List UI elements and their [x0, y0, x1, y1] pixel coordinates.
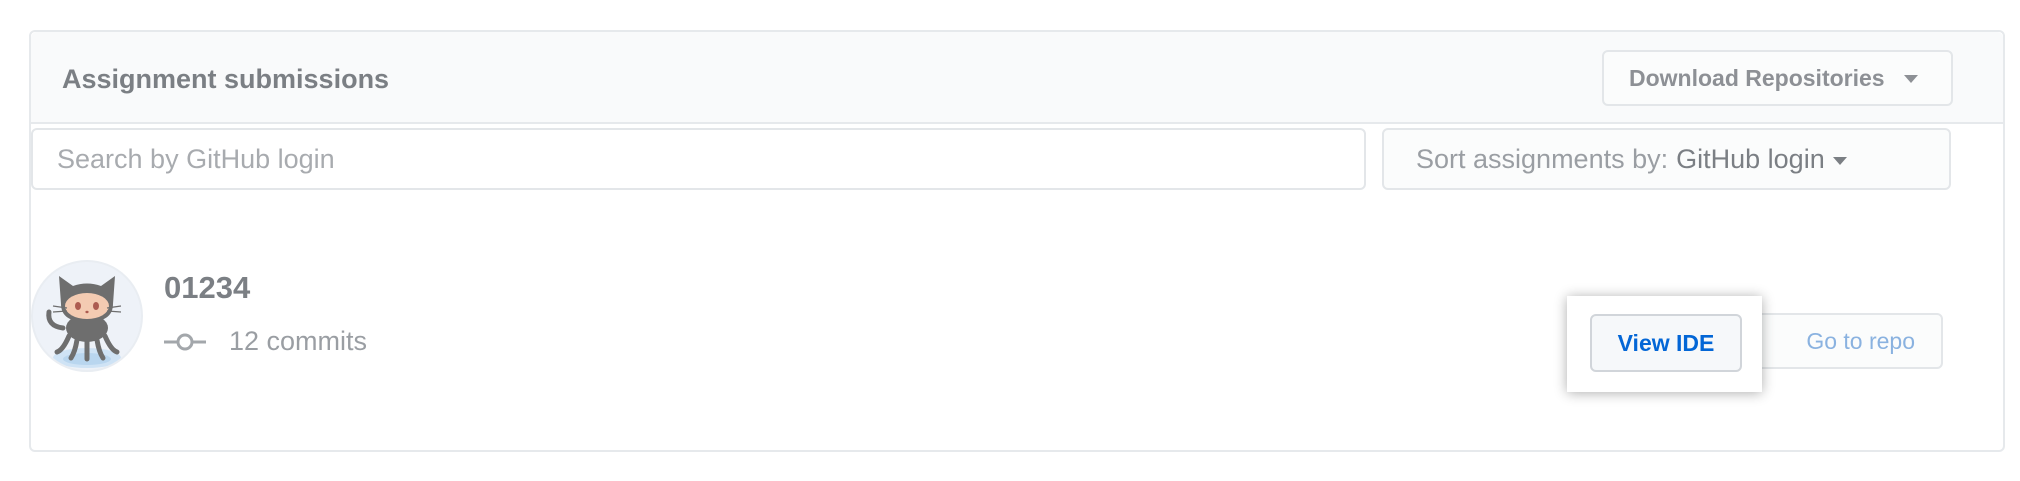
sort-label: Sort assignments by: [1416, 143, 1669, 174]
view-ide-label: View IDE [1617, 329, 1715, 356]
panel-title: Assignment submissions [62, 64, 390, 94]
download-repositories-button[interactable]: Download Repositories [1602, 50, 1953, 106]
go-to-repo-label: Go to repo [1806, 327, 1915, 354]
avatar[interactable] [31, 260, 143, 372]
sort-selected-value: GitHub login [1676, 143, 1825, 174]
student-login[interactable]: 01234 [164, 270, 250, 306]
panel-header: Assignment submissions Download Reposito… [31, 32, 2003, 124]
commit-count: 12 commits [229, 326, 368, 356]
download-repositories-label: Download Repositories [1629, 64, 1885, 91]
chevron-down-icon [1903, 75, 1918, 83]
octocat-icon [46, 276, 122, 368]
git-commit-icon [164, 333, 206, 351]
go-to-repo-button[interactable]: Go to repo [1738, 313, 1943, 369]
search-input[interactable] [31, 128, 1366, 190]
sort-assignments-dropdown[interactable]: Sort assignments by: GitHub login [1382, 128, 1951, 190]
view-ide-button[interactable]: View IDE [1590, 314, 1742, 372]
chevron-down-icon [1832, 156, 1847, 165]
